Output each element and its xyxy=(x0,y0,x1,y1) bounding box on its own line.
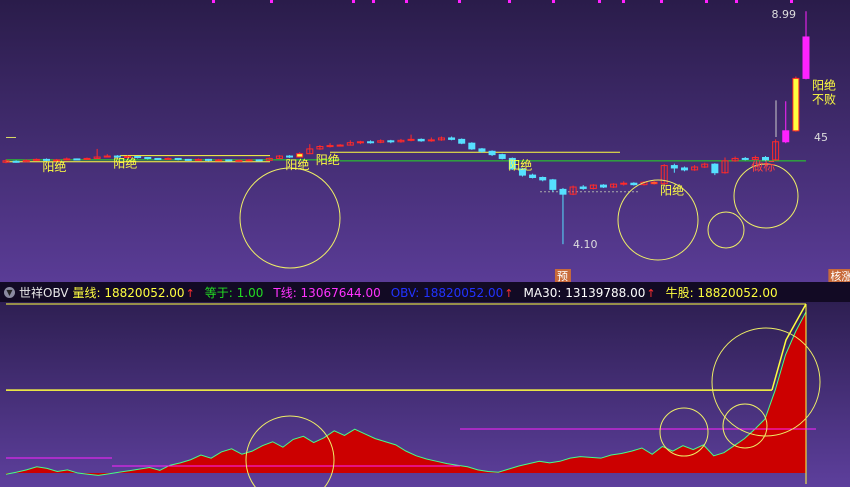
candle-body xyxy=(154,157,162,160)
top-marker xyxy=(598,0,601,3)
candle-body xyxy=(488,150,496,156)
candle-body xyxy=(498,154,506,159)
top-marker xyxy=(622,0,625,3)
indicator-value-1: 等于: 1.00 xyxy=(204,285,264,300)
collapse-icon[interactable]: ▼ xyxy=(4,286,15,298)
candle-body xyxy=(32,158,40,161)
candle-body xyxy=(680,167,688,171)
up-arrow-icon: ↑ xyxy=(646,286,656,300)
candle-body xyxy=(478,148,486,152)
candle-body xyxy=(599,184,607,188)
candle-body xyxy=(458,138,466,144)
candle-body xyxy=(802,36,810,79)
candle-body xyxy=(164,157,172,160)
top-marker xyxy=(405,0,408,3)
candle-body xyxy=(255,159,263,162)
candle-body xyxy=(539,176,547,181)
candle-body xyxy=(741,157,749,160)
indicator-value-4: MA30: 13139788.00 xyxy=(523,285,646,300)
candle-body xyxy=(174,157,182,160)
up-arrow-icon: ↑ xyxy=(504,286,514,300)
annotation-label: 不败 xyxy=(812,91,836,106)
annotation-label: 阳绝 xyxy=(812,77,836,92)
chart-canvas: 阳绝 阳绝 阳绝 阳绝 阳绝阳绝阳绝不败做标8.994.1045预 核涨 xyxy=(0,0,850,487)
candle-body xyxy=(579,186,587,189)
annotation-label: 阳绝 xyxy=(316,152,340,167)
indicator-value-3: OBV: 18820052.00 xyxy=(390,285,504,300)
indicator-value-2: T线: 13067644.00 xyxy=(273,285,381,300)
annotation-label: 阳绝 xyxy=(508,157,532,172)
candle-body xyxy=(144,156,152,159)
top-marker xyxy=(372,0,375,3)
top-marker xyxy=(508,0,511,3)
candle-body xyxy=(448,137,456,140)
top-marker xyxy=(660,0,663,3)
candle-body xyxy=(73,158,81,161)
candle-body xyxy=(12,160,20,163)
candle-body xyxy=(670,165,678,169)
candle-body xyxy=(286,155,294,158)
candle-body xyxy=(184,158,192,161)
top-marker xyxy=(552,0,555,3)
candle-body xyxy=(356,141,364,144)
top-marker xyxy=(458,0,461,3)
candle-body xyxy=(630,182,638,186)
candle-body xyxy=(194,158,202,161)
candle-body xyxy=(387,140,395,143)
indicator-value-0: 量线: 18820052.00 xyxy=(72,285,185,300)
candle-body xyxy=(235,159,243,162)
candle-body xyxy=(549,179,557,190)
candle-body xyxy=(215,159,223,162)
candle-body xyxy=(407,138,415,141)
candle-body xyxy=(529,174,537,178)
top-marker xyxy=(212,0,215,3)
top-marker xyxy=(735,0,738,3)
candle-body xyxy=(782,130,790,143)
top-marker xyxy=(352,0,355,3)
event-marker-label: 核涨 xyxy=(830,269,850,283)
candle-body xyxy=(468,142,476,150)
candle-body xyxy=(103,155,111,158)
candle-body xyxy=(620,182,628,185)
annotation-label: 做标 xyxy=(751,158,775,173)
top-marker xyxy=(790,0,793,3)
top-marker xyxy=(270,0,273,3)
candle-body xyxy=(245,159,253,162)
annotation-label: 阳绝 xyxy=(42,159,66,174)
candle-body xyxy=(650,181,658,185)
candle-body xyxy=(296,153,304,158)
candle-body xyxy=(225,159,233,162)
candle-body xyxy=(326,145,334,148)
chart-window: 阳绝 阳绝 阳绝 阳绝 阳绝 阳绝 阳绝 不败 做标 8.99 4.10 45 预核涨 ▼ 世祥OBV … xyxy=(0,0,850,487)
candle-body xyxy=(336,144,344,147)
indicator-bar: ▼ 世祥OBV 量线: 18820052.00↑ 等于: 1.00 T线: 1306… xyxy=(0,282,850,302)
annotation-label: 阳绝 xyxy=(113,155,137,170)
candle-body xyxy=(83,157,91,160)
candle-body xyxy=(792,77,800,132)
top-marker xyxy=(705,0,708,3)
indicator-values: 量线: 18820052.00↑ 等于: 1.00 T线: 13067644.00 O… xyxy=(73,284,788,301)
candle-body xyxy=(427,139,435,142)
high-price-label: 8.99 xyxy=(772,8,797,21)
candle-body xyxy=(711,163,719,174)
annotation-label: 阳绝 xyxy=(285,157,309,172)
annotation-label: 阳绝 xyxy=(660,183,684,198)
indicator-name: 世祥OBV xyxy=(19,285,69,300)
candle-body xyxy=(205,158,213,161)
up-arrow-icon: ↑ xyxy=(185,286,195,300)
candle-body xyxy=(559,188,567,195)
price-panel-background xyxy=(0,0,850,282)
level-label: 45 xyxy=(814,131,828,144)
low-price-label: 4.10 xyxy=(573,238,598,251)
indicator-value-5: 牛股: 18820052.00 xyxy=(665,285,778,300)
candle-body xyxy=(367,141,375,144)
candle-body xyxy=(417,138,425,142)
